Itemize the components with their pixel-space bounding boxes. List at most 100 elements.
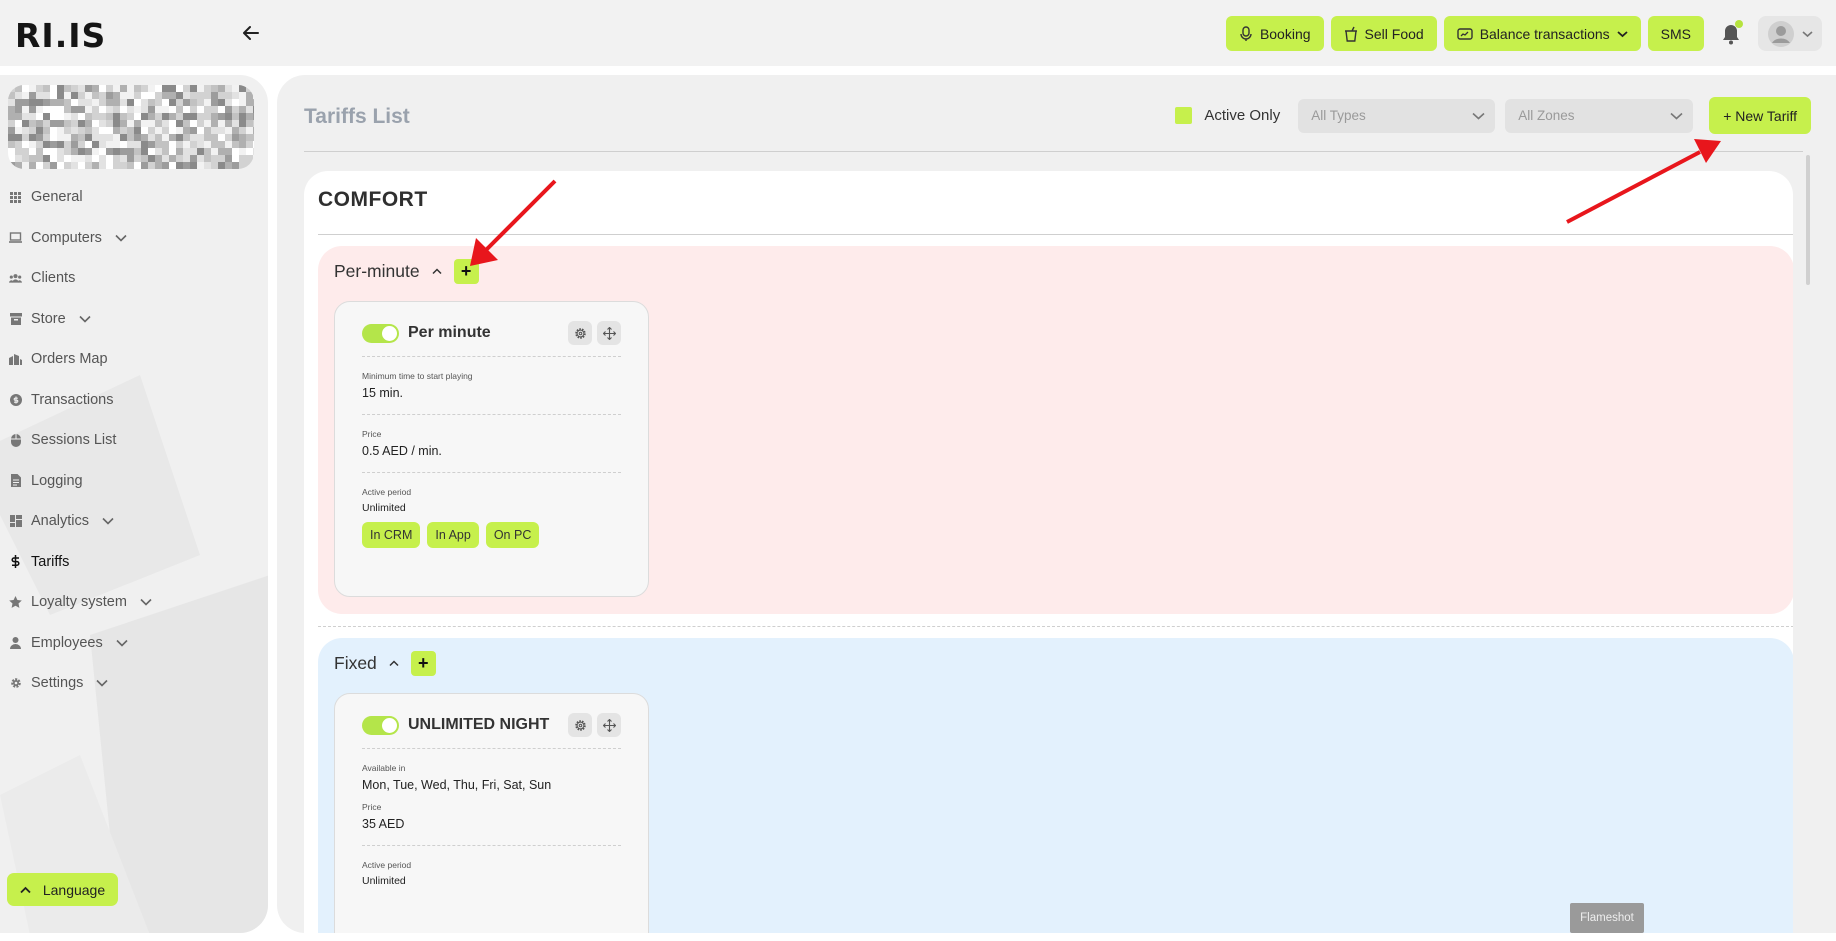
add-tariff-button[interactable]: + xyxy=(410,651,436,676)
scrollbar[interactable] xyxy=(1806,155,1810,285)
divider xyxy=(318,626,1793,627)
coin-icon xyxy=(9,393,22,406)
types-select[interactable]: All Types xyxy=(1298,98,1496,133)
tag-in-crm[interactable]: In CRM xyxy=(362,522,421,548)
sidebar-item-tariffs[interactable]: Tariffs xyxy=(0,542,268,583)
sidebar-item-transactions[interactable]: Transactions xyxy=(0,380,268,421)
tariff-field: Price 35 AED xyxy=(362,802,621,841)
sidebar-item-general[interactable]: General xyxy=(0,177,268,218)
mouse-icon xyxy=(9,433,22,447)
avatar-icon xyxy=(1767,20,1794,47)
drink-cup-icon xyxy=(1344,26,1357,42)
booking-label: Booking xyxy=(1259,25,1311,42)
chevron-down-icon xyxy=(1670,112,1683,120)
tariff-group-fixed: Fixed + UNLIMITED NIGHT Available in Mon… xyxy=(318,638,1793,933)
field-label: Price xyxy=(362,802,382,812)
tariff-card: UNLIMITED NIGHT Available in Mon, Tue, W… xyxy=(334,693,649,933)
tariff-card: Per minute Minimum time to start playing… xyxy=(334,301,649,597)
gear-icon xyxy=(574,327,586,339)
sidebar-item-label: General xyxy=(31,189,83,206)
field-value: 0.5 AED / min. xyxy=(362,444,442,458)
new-tariff-label: + New Tariff xyxy=(1723,107,1797,124)
tariff-group-per-minute: Per-minute + Per minute Minimum time to … xyxy=(318,246,1793,614)
group-title: Fixed xyxy=(334,653,377,673)
sidebar-item-employees[interactable]: Employees xyxy=(0,623,268,664)
tariff-field: Active period Unlimited In CRM In App On… xyxy=(362,472,621,558)
sidebar-item-label: Transactions xyxy=(31,391,114,408)
chevron-down-icon xyxy=(115,234,127,242)
sidebar-item-sessions-list[interactable]: Sessions List xyxy=(0,420,268,461)
tariff-name: Per minute xyxy=(408,324,491,341)
balance-transactions-button[interactable]: Balance transactions xyxy=(1443,16,1641,51)
sidebar-item-label: Sessions List xyxy=(31,432,117,449)
chevron-up-icon[interactable] xyxy=(389,660,399,667)
building-icon xyxy=(9,353,22,366)
group-header: Fixed + xyxy=(334,651,436,676)
sidebar-item-label: Employees xyxy=(31,634,103,651)
dashboard-icon xyxy=(9,515,22,528)
notifications-button[interactable] xyxy=(1711,16,1751,51)
flameshot-badge: Flameshot xyxy=(1570,903,1644,933)
add-tariff-button[interactable]: + xyxy=(453,259,479,284)
zones-select-value: All Zones xyxy=(1518,108,1575,123)
tariff-field: Available in Mon, Tue, Wed, Thu, Fri, Sa… xyxy=(362,748,621,802)
chevron-down-icon xyxy=(140,599,152,606)
active-only-label: Active Only xyxy=(1204,107,1281,124)
active-toggle[interactable] xyxy=(362,323,399,343)
sidebar-item-settings[interactable]: Settings xyxy=(0,663,268,704)
tariff-field: Minimum time to start playing 15 min. xyxy=(362,356,621,410)
sidebar-item-store[interactable]: Store xyxy=(0,299,268,340)
settings-button[interactable] xyxy=(568,713,592,737)
sidebar-item-label: Store xyxy=(31,310,66,327)
chevron-down-icon xyxy=(96,680,108,687)
new-tariff-button[interactable]: + New Tariff xyxy=(1709,97,1811,134)
page-title: Tariffs List xyxy=(304,105,410,128)
sidebar-item-logging[interactable]: Logging xyxy=(0,461,268,502)
chevron-up-icon[interactable] xyxy=(432,268,442,275)
settings-button[interactable] xyxy=(568,321,592,345)
box-icon xyxy=(9,312,22,325)
field-label: Minimum time to start playing xyxy=(362,371,473,381)
sidebar-item-clients[interactable]: Clients xyxy=(0,258,268,299)
sidebar-item-loyalty-system[interactable]: Loyalty system xyxy=(0,582,268,623)
sell-food-button[interactable]: Sell Food xyxy=(1330,16,1437,51)
app-logo[interactable]: RI.IS xyxy=(15,16,106,55)
language-label: Language xyxy=(42,881,106,898)
chevron-down-icon xyxy=(1472,112,1485,120)
drag-handle[interactable] xyxy=(597,713,621,737)
move-icon xyxy=(602,326,616,340)
channel-tags: In CRM In App On PC xyxy=(362,522,621,548)
tag-on-pc[interactable]: On PC xyxy=(485,522,540,548)
person-icon xyxy=(9,636,22,649)
sidebar-nav: General Computers Clients Store Orders M… xyxy=(0,177,268,704)
sidebar-item-orders-map[interactable]: Orders Map xyxy=(0,339,268,380)
chevron-down-icon xyxy=(1801,30,1813,37)
sidebar-item-label: Clients xyxy=(31,270,76,287)
top-actions: Booking Sell Food Balance transactions S… xyxy=(1225,16,1822,51)
booking-button[interactable]: Booking xyxy=(1225,16,1324,51)
active-toggle[interactable] xyxy=(362,715,399,735)
sms-button[interactable]: SMS xyxy=(1647,16,1704,51)
sidebar-item-computers[interactable]: Computers xyxy=(0,218,268,259)
sms-label: SMS xyxy=(1660,25,1691,42)
sidebar-item-analytics[interactable]: Analytics xyxy=(0,501,268,542)
field-value: 35 AED xyxy=(362,817,405,831)
field-value: 15 min. xyxy=(362,386,403,400)
sidebar-item-label: Orders Map xyxy=(31,351,108,368)
back-arrow-icon[interactable] xyxy=(240,22,262,44)
star-icon xyxy=(9,596,22,609)
user-menu[interactable] xyxy=(1758,16,1822,51)
field-label: Active period xyxy=(362,487,412,497)
field-label: Price xyxy=(362,429,382,439)
sidebar-item-label: Loyalty system xyxy=(31,594,127,611)
tag-in-app[interactable]: In App xyxy=(427,522,479,548)
chevron-down-icon xyxy=(116,639,128,647)
active-only-checkbox[interactable]: Active Only xyxy=(1175,107,1280,124)
filters-bar: Active Only All Types All Zones + New Ta… xyxy=(1175,97,1811,134)
file-icon xyxy=(9,474,22,488)
language-button[interactable]: Language xyxy=(7,873,118,906)
drag-handle[interactable] xyxy=(597,321,621,345)
chevron-down-icon xyxy=(79,315,91,323)
chevron-up-icon xyxy=(20,886,31,893)
zones-select[interactable]: All Zones xyxy=(1505,98,1694,133)
